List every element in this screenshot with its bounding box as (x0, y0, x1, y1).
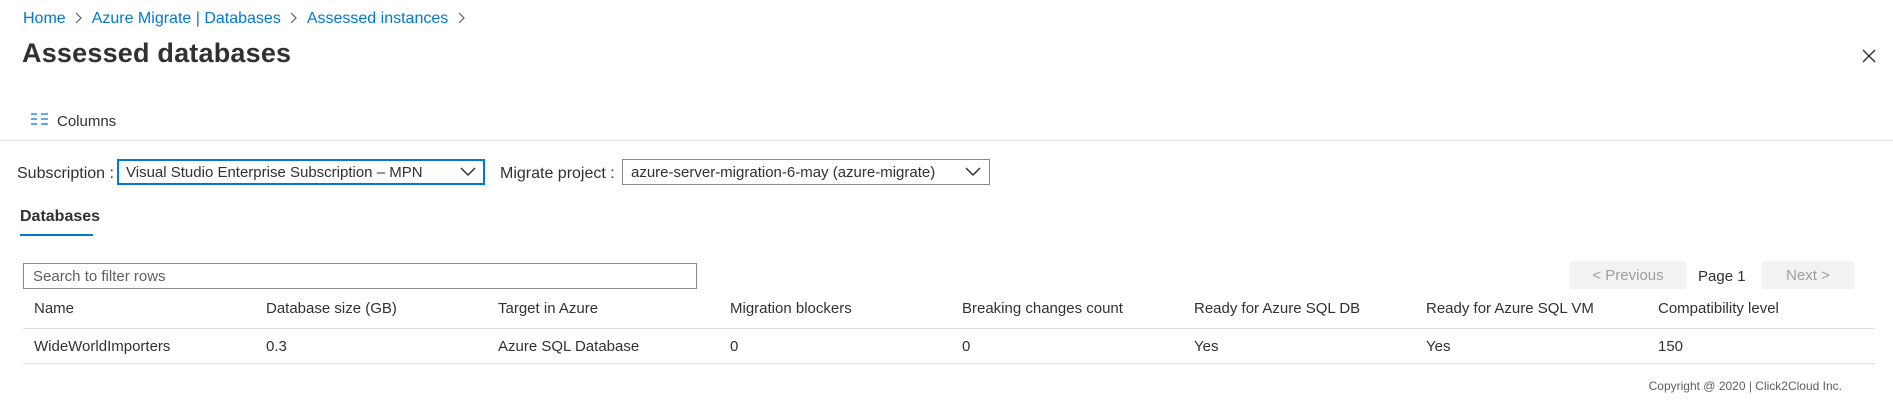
chevron-right-icon (281, 11, 307, 28)
page-number: Page 1 (1698, 268, 1746, 285)
chevron-right-icon (448, 11, 474, 28)
breadcrumb: Home Azure Migrate | Databases Assessed … (23, 8, 474, 30)
cell-ready-for-azure-sql-vm: Yes (1426, 338, 1451, 355)
row-divider (23, 363, 1875, 364)
cell-compatibility-level: 150 (1658, 338, 1684, 355)
subscription-dropdown[interactable]: Visual Studio Enterprise Subscription – … (117, 159, 485, 185)
cell-target-in-azure: Azure SQL Database (498, 338, 640, 355)
header-divider (23, 328, 1875, 329)
columns-label: Columns (57, 112, 117, 130)
breadcrumb-databases-link[interactable]: Azure Migrate | Databases (92, 10, 281, 28)
column-header-name[interactable]: Name (34, 300, 74, 317)
cell-database-size: 0.3 (266, 338, 287, 355)
columns-button[interactable]: Columns (30, 110, 116, 132)
cell-name: WideWorldImporters (34, 338, 171, 355)
tab-databases[interactable]: Databases (20, 208, 100, 226)
column-header-ready-for-azure-sql-vm[interactable]: Ready for Azure SQL VM (1426, 300, 1594, 317)
toolbar-divider (0, 140, 1893, 141)
next-page-button[interactable]: Next > (1762, 261, 1854, 289)
page-title: Assessed databases (22, 38, 292, 68)
subscription-label: Subscription : (17, 165, 114, 182)
breadcrumb-assessed-instances-link[interactable]: Assessed instances (307, 10, 448, 28)
column-header-target-in-azure[interactable]: Target in Azure (498, 300, 598, 317)
migrate-project-label: Migrate project : (500, 165, 615, 182)
chevron-down-icon (460, 164, 476, 181)
column-header-breaking-changes-count[interactable]: Breaking changes count (962, 300, 1123, 317)
previous-page-button[interactable]: < Previous (1570, 261, 1686, 289)
column-header-migration-blockers[interactable]: Migration blockers (730, 300, 852, 317)
breadcrumb-home-link[interactable]: Home (23, 10, 66, 28)
close-button[interactable] (1859, 46, 1879, 66)
footer-copyright: Copyright @ 2020 | Click2Cloud Inc. (1648, 379, 1842, 393)
cell-migration-blockers: 0 (730, 338, 739, 355)
migrate-project-dropdown[interactable]: azure-server-migration-6-may (azure-migr… (622, 159, 990, 185)
cell-breaking-changes-count: 0 (962, 338, 971, 355)
subscription-selected-value: Visual Studio Enterprise Subscription – … (126, 163, 423, 181)
migrate-project-selected-value: azure-server-migration-6-may (azure-migr… (631, 163, 936, 181)
columns-icon (30, 112, 49, 130)
column-header-database-size[interactable]: Database size (GB) (266, 300, 397, 317)
active-tab-indicator (20, 234, 93, 236)
column-header-compatibility-level[interactable]: Compatibility level (1658, 300, 1779, 317)
search-input[interactable] (23, 263, 697, 289)
column-header-ready-for-azure-sql-db[interactable]: Ready for Azure SQL DB (1194, 300, 1360, 317)
chevron-right-icon (66, 11, 92, 28)
close-icon (1859, 49, 1879, 70)
chevron-down-icon (965, 164, 981, 181)
cell-ready-for-azure-sql-db: Yes (1194, 338, 1219, 355)
